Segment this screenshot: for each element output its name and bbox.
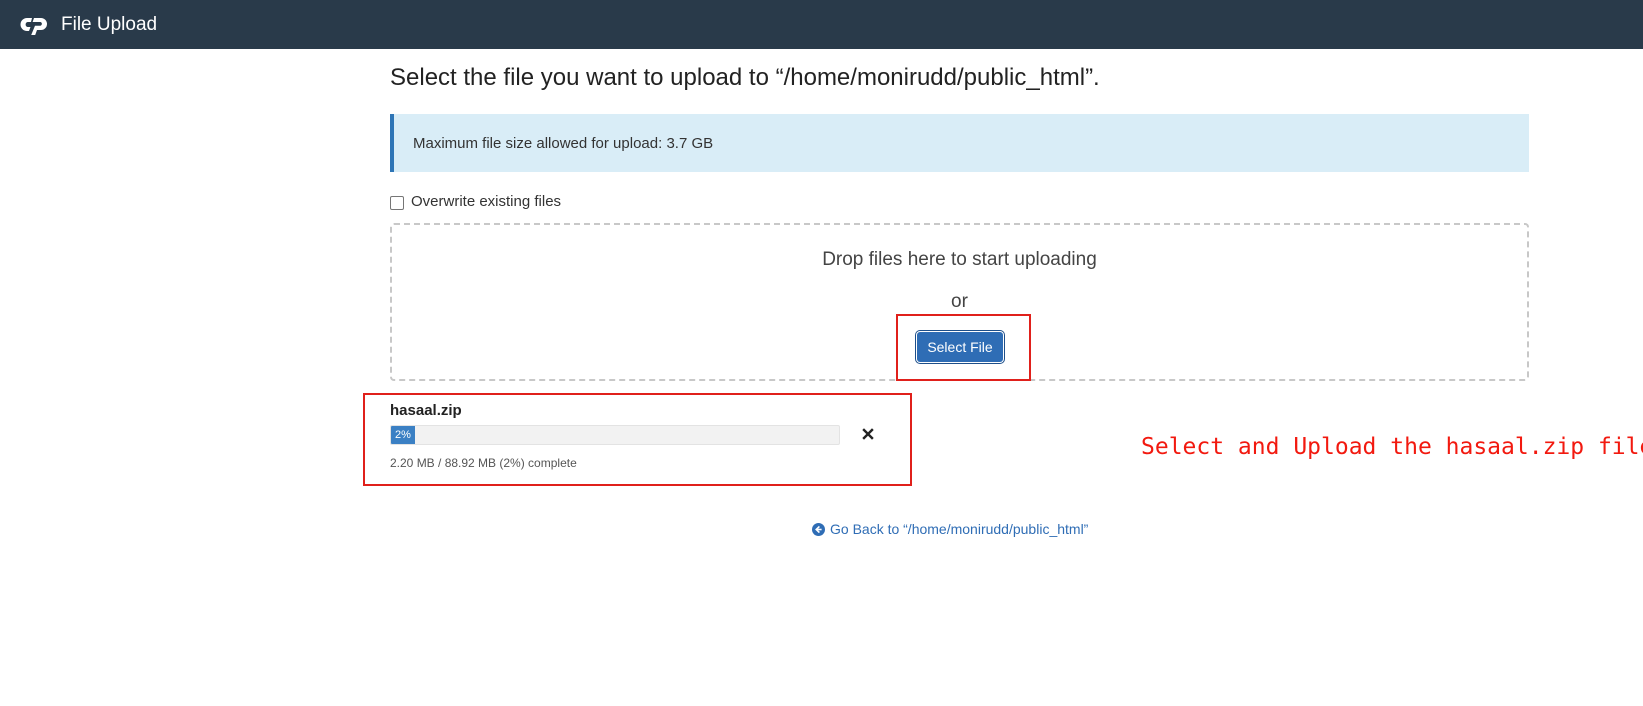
page-heading: Select the file you want to upload to “/… bbox=[390, 64, 1100, 91]
dropzone-or-text: or bbox=[951, 291, 968, 312]
top-bar: File Upload bbox=[0, 0, 1643, 49]
arrow-circle-left-icon bbox=[812, 522, 825, 536]
max-size-info-box: Maximum file size allowed for upload: 3.… bbox=[390, 114, 1529, 172]
overwrite-checkbox[interactable] bbox=[390, 195, 404, 210]
go-back-link-label[interactable]: Go Back to “/home/monirudd/public_html” bbox=[830, 521, 1088, 537]
select-file-highlight-box bbox=[896, 314, 1031, 381]
upload-progress-highlight-box bbox=[363, 393, 912, 486]
dropzone-text: Drop files here to start uploading bbox=[822, 249, 1097, 270]
max-size-info-text: Maximum file size allowed for upload: 3.… bbox=[413, 134, 714, 152]
cpanel-logo-icon[interactable] bbox=[20, 14, 52, 36]
overwrite-option[interactable]: Overwrite existing files bbox=[390, 193, 561, 210]
app-title: File Upload bbox=[61, 13, 158, 35]
go-back-link[interactable]: Go Back to “/home/monirudd/public_html” bbox=[812, 521, 1088, 537]
instruction-annotation: Select and Upload the hasaal.zip file bbox=[1141, 434, 1643, 460]
overwrite-label[interactable]: Overwrite existing files bbox=[411, 193, 561, 210]
